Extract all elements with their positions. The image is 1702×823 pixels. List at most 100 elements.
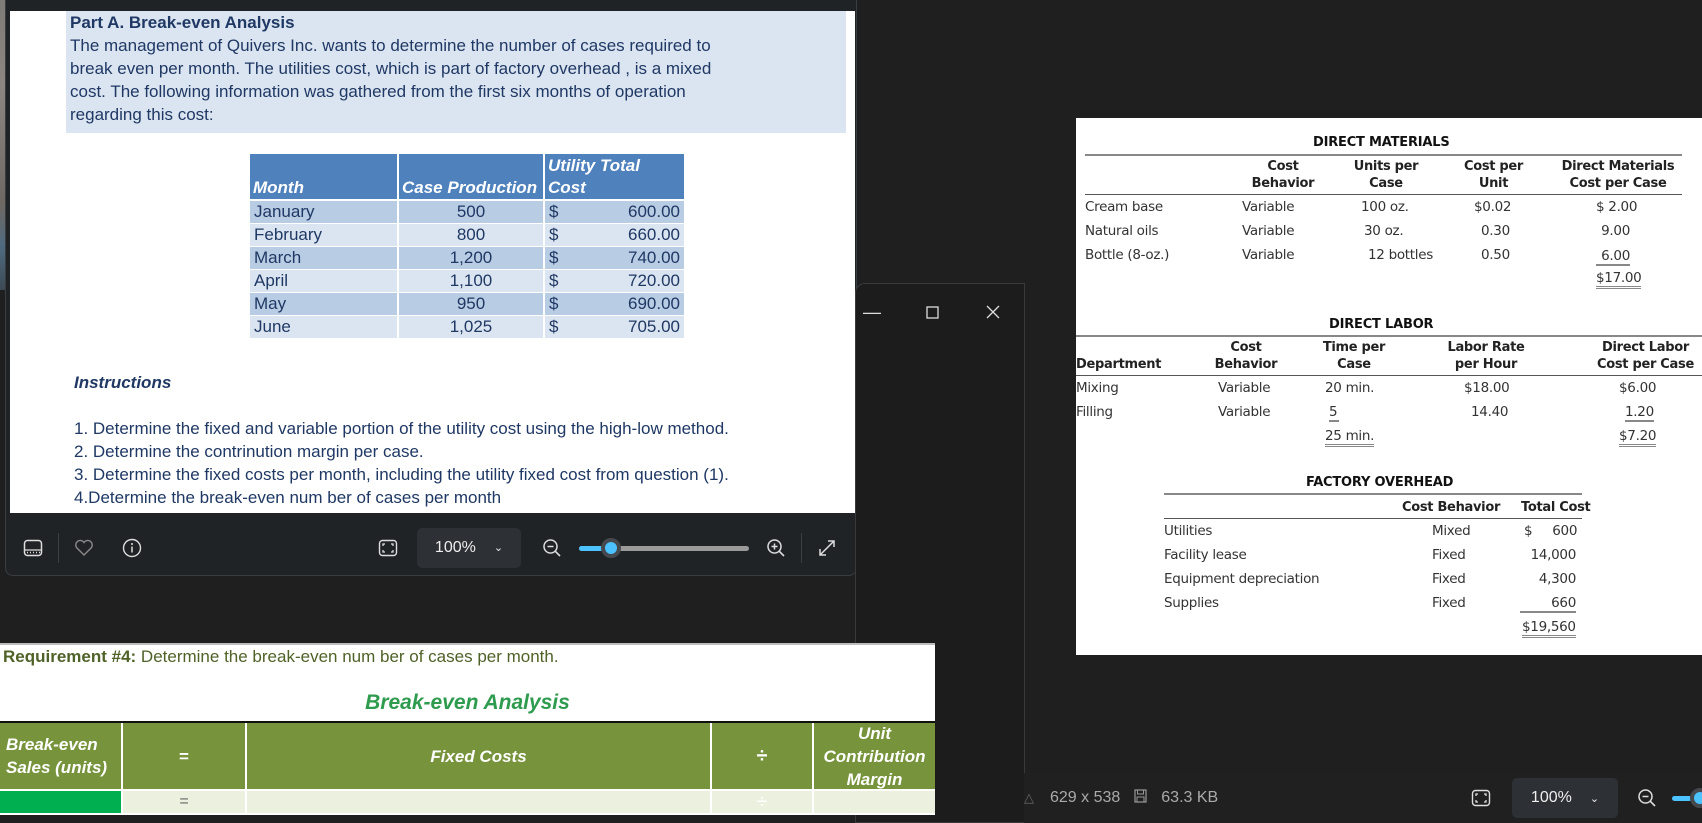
image-viewer-window-1: Part A. Break-even Analysis The manageme… [5, 0, 857, 576]
zoom-level-dropdown[interactable]: 100% ⌄ [417, 527, 521, 568]
table-row: February 800 $660.00 [250, 223, 686, 247]
header-unit-contribution-margin: Unit Contribution Margin [814, 723, 935, 789]
fo-total: $19,560 [1522, 619, 1576, 638]
divide-cell: ÷ [712, 791, 814, 813]
cell-month: January [250, 200, 399, 224]
fo-item: Supplies [1164, 595, 1219, 611]
table-header-row: Month Case Production Utility Total Cost [250, 154, 686, 201]
table-row: January 500 $600.00 [250, 200, 686, 224]
equals-cell: = [123, 791, 247, 813]
zoom-slider-handle[interactable] [1690, 788, 1702, 808]
fo-cost: 4,300 [1538, 571, 1576, 587]
fit-to-window-icon[interactable] [1462, 779, 1500, 817]
file-size: 63.3 KB [1161, 789, 1219, 806]
dm-units: 100 oz. [1361, 199, 1409, 215]
dm-case-cost: $ 2.00 [1596, 199, 1638, 215]
dl-header-department: Department [1076, 357, 1162, 372]
table-row: March 1,200 $740.00 [250, 246, 686, 270]
fo-header-total-cost: Total Cost [1521, 500, 1591, 515]
cell-production: 1,100 [398, 269, 545, 293]
minimize-button[interactable]: — [852, 300, 892, 324]
dm-units: 12 bottles [1368, 247, 1433, 263]
dm-header-cost-behavior: Cost Behavior [1251, 159, 1315, 191]
dm-header-cost-per-unit: Cost per Unit [1463, 159, 1524, 191]
break-even-title: Break-even Analysis [365, 691, 570, 714]
instruction-item: 3. Determine the fixed costs per month, … [74, 465, 729, 484]
zoom-in-icon[interactable] [757, 529, 795, 567]
zoom-level-value: 100% [434, 538, 476, 556]
dl-behavior: Variable [1218, 380, 1271, 396]
dl-department: Mixing [1076, 380, 1119, 396]
utility-cost-table: Month Case Production Utility Total Cost… [250, 154, 686, 339]
table-row: April 1,100 $720.00 [250, 269, 686, 293]
fo-behavior: Mixed [1432, 523, 1471, 539]
heart-icon[interactable] [65, 529, 103, 567]
cell-production: 800 [398, 223, 545, 247]
close-button[interactable] [973, 300, 1013, 324]
fo-header-cost-behavior: Cost Behavior [1402, 500, 1501, 515]
zoom-out-icon[interactable] [1628, 779, 1666, 817]
header-fixed-costs: Fixed Costs [247, 723, 712, 789]
direct-materials-title: DIRECT MATERIALS [1313, 135, 1450, 150]
dm-item: Bottle (8-oz.) [1085, 247, 1170, 263]
cell-month: June [250, 315, 399, 339]
cell-production: 500 [398, 200, 545, 224]
break-even-sales-cell[interactable] [0, 791, 123, 813]
dm-item: Natural oils [1085, 223, 1159, 239]
zoom-level-value: 100% [1530, 789, 1572, 806]
dl-total-cost: $7.20 [1619, 428, 1656, 447]
chevron-down-icon: ⌄ [1589, 792, 1600, 805]
fo-item: Equipment depreciation [1164, 571, 1320, 587]
intro-title: Part A. Break-even Analysis [70, 13, 295, 32]
break-even-input-row: = ÷ [0, 791, 935, 813]
fo-behavior: Fixed [1432, 595, 1466, 611]
maximize-button[interactable] [912, 300, 952, 324]
zoom-level-dropdown[interactable]: 100% ⌄ [1512, 778, 1618, 818]
filmstrip-icon[interactable] [14, 529, 52, 567]
fit-to-window-icon[interactable] [369, 529, 407, 567]
dimensions-icon: △ [1024, 790, 1034, 805]
header-utility-total-cost: Utility Total Cost [544, 154, 686, 201]
cell-currency: $ [549, 202, 559, 222]
requirement-label: Requirement #4: [3, 647, 137, 666]
factory-overhead-title: FACTORY OVERHEAD [1306, 475, 1454, 490]
zoom-slider[interactable] [1672, 788, 1702, 808]
instructions-title: Instructions [74, 373, 172, 392]
cell-currency: $ [549, 271, 559, 290]
cell-cost: 600.00 [628, 202, 680, 222]
intro-line: The management of Quivers Inc. wants to … [70, 36, 711, 55]
dl-rate: $18.00 [1464, 380, 1510, 396]
dm-header-cost-per-case: Direct Materials Cost per Case [1561, 159, 1675, 191]
maximize-icon [925, 305, 939, 319]
fo-cost: 660 [1520, 595, 1576, 613]
instruction-item: 4.Determine the break-even num ber of ca… [74, 488, 502, 507]
dl-header-cost-per-case: Direct Labor Cost per Case [1597, 340, 1694, 372]
cell-currency: $ [549, 248, 559, 267]
unit-contribution-margin-cell[interactable] [814, 791, 935, 813]
fo-cost: 14,000 [1530, 547, 1577, 563]
fixed-costs-cell[interactable] [247, 791, 712, 813]
worksheet-image-bottom: Requirement #4: Determine the break-even… [0, 643, 935, 815]
intro-line: regarding this cost: [70, 105, 214, 124]
zoom-slider-handle[interactable] [600, 537, 621, 558]
header-month: Month [250, 154, 399, 201]
zoom-slider[interactable] [579, 537, 749, 558]
dl-header-cost-behavior: Cost Behavior [1214, 340, 1278, 372]
zoom-out-icon[interactable] [533, 529, 571, 567]
fo-cost: $ 600 [1524, 523, 1578, 539]
dl-time: 5 [1329, 404, 1339, 422]
dm-unit-cost: 0.30 [1481, 223, 1510, 239]
fo-behavior: Fixed [1432, 571, 1466, 587]
viewer-2-toolbar: △ 629 x 538 63.3 KB 100% ⌄ [1024, 773, 1702, 823]
cell-production: 1,200 [398, 246, 545, 270]
intro-line: break even per month. The utilities cost… [70, 59, 712, 78]
dm-item: Cream base [1085, 199, 1163, 215]
cell-cost: 660.00 [628, 225, 680, 244]
cell-cost: 690.00 [628, 294, 680, 313]
header-case-production: Case Production [398, 154, 545, 201]
expand-icon[interactable] [808, 529, 846, 567]
info-icon[interactable] [113, 529, 151, 567]
direct-labor-title: DIRECT LABOR [1329, 317, 1434, 332]
dm-case-cost: 6.00 [1596, 248, 1630, 266]
table-row: June 1,025 $705.00 [250, 315, 686, 339]
